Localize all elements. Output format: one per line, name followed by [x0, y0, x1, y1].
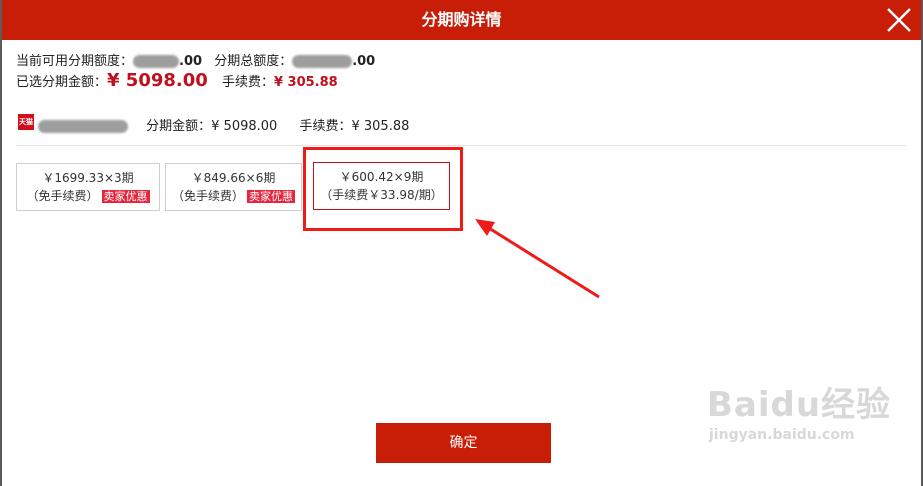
watermark-brand: Baidu经验	[707, 385, 892, 425]
available-credit-label: 当前可用分期额度：	[16, 54, 134, 69]
divider	[16, 145, 906, 146]
seller-discount-badge: 卖家优惠	[101, 190, 150, 203]
option-fee-note: （免手续费）	[171, 189, 244, 203]
total-credit-label: 分期总额度：	[214, 54, 293, 69]
shop-fee: ¥ 305.88	[351, 119, 410, 134]
tmall-logo-icon: 天猫	[18, 114, 34, 130]
installment-option-6[interactable]: ￥849.66×6期 （免手续费） 卖家优惠	[165, 163, 302, 211]
available-credit-suffix: .00	[179, 54, 203, 69]
dialog-title: 分期购详情	[421, 10, 502, 29]
dialog-header: 分期购详情	[2, 0, 921, 40]
selected-amount: ¥ 5098.00	[107, 70, 208, 91]
fee-amount: ¥ 305.88	[273, 75, 338, 90]
shop-amount: ¥ 5098.00	[211, 119, 278, 134]
selected-summary: 已选分期金额：¥ 5098.00 手续费：¥ 305.88	[16, 70, 338, 91]
fee-label: 手续费：	[221, 75, 274, 90]
option-price: ￥849.66×6期	[191, 171, 276, 185]
masked-shop-name	[38, 120, 128, 133]
annotation-highlight-box	[303, 147, 463, 231]
masked-value	[133, 55, 180, 68]
seller-discount-badge: 卖家优惠	[247, 190, 295, 203]
option-fee-note: （免手续费）	[26, 189, 99, 203]
installment-option-3[interactable]: ￥1699.33×3期 （免手续费） 卖家优惠	[16, 163, 160, 211]
total-credit-suffix: .00	[352, 54, 376, 69]
watermark-url: jingyan.baidu.com	[709, 427, 855, 443]
credit-summary: 当前可用分期额度： .00 分期总额度： .00	[16, 50, 375, 69]
shop-row: 分期金额：¥ 5098.00 手续费：¥ 305.88	[38, 115, 409, 134]
annotation-arrow-icon	[475, 219, 600, 299]
shop-fee-label: 手续费：	[299, 119, 352, 134]
shop-amount-label: 分期金额：	[146, 119, 212, 134]
option-price: ￥1699.33×3期	[42, 171, 134, 185]
installment-dialog: 分期购详情 当前可用分期额度： .00 分期总额度： .00 已选分期金额：¥ 50…	[2, 0, 921, 486]
close-icon[interactable]	[885, 6, 913, 34]
confirm-button[interactable]: 确定	[376, 423, 551, 463]
masked-value	[292, 55, 353, 68]
baidu-watermark: Baidu经验 jingyan.baidu.com	[707, 385, 891, 445]
selected-amount-label: 已选分期金额：	[16, 75, 108, 90]
